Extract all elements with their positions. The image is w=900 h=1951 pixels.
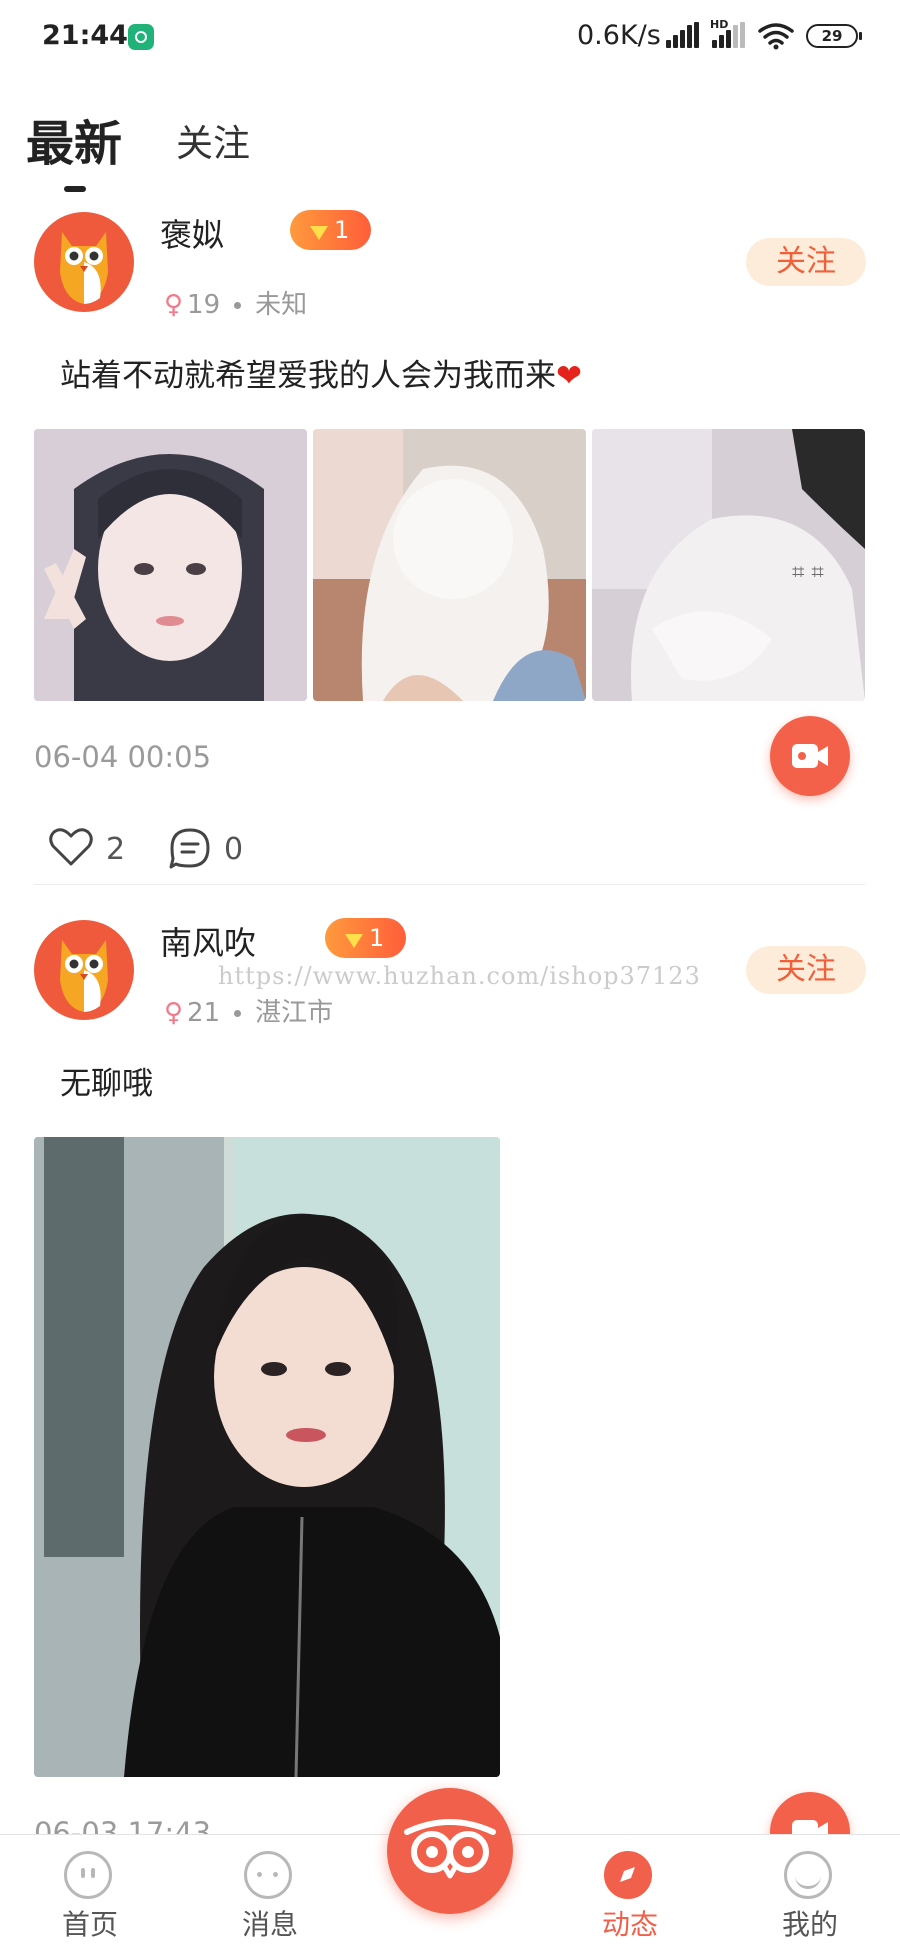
user-avatar[interactable] <box>34 920 134 1020</box>
nav-profile[interactable]: 我的 <box>750 1835 870 1951</box>
wifi-icon <box>758 23 794 50</box>
home-face-icon <box>64 1851 112 1899</box>
user-avatar[interactable] <box>34 212 134 312</box>
heart-outline-icon <box>49 828 93 866</box>
female-icon: ♀ <box>164 290 184 320</box>
status-time: 21:44 <box>42 20 128 51</box>
nav-messages[interactable]: 消息 <box>210 1835 330 1951</box>
video-camera-icon <box>792 744 828 768</box>
compass-icon <box>604 1851 652 1899</box>
comment-count: 0 <box>224 832 244 867</box>
heart-emoji: ❤ <box>556 358 582 394</box>
post-photo[interactable] <box>34 429 307 701</box>
tab-latest[interactable]: 最新 <box>26 104 122 174</box>
post-username[interactable]: 褒姒 <box>160 210 224 256</box>
status-bar: 21:44 0.6K/s HD 29 <box>0 0 900 70</box>
post-photo[interactable]: ⌗ ⌗ <box>592 429 865 701</box>
video-call-button[interactable] <box>770 716 850 796</box>
post-text-content: 站着不动就希望爱我的人会为我而来 <box>60 358 556 394</box>
battery-icon: 29 <box>806 24 862 48</box>
nav-home[interactable]: 首页 <box>30 1835 150 1951</box>
svg-text:⌗ ⌗: ⌗ ⌗ <box>792 560 824 585</box>
post-divider <box>34 884 865 885</box>
vip-level: 1 <box>369 924 385 952</box>
watermark-text: https://www.huzhan.com/ishop37123 <box>218 962 701 990</box>
profile-icon <box>784 1851 832 1899</box>
message-icon <box>244 1851 292 1899</box>
comment-button[interactable] <box>168 826 212 870</box>
diamond-icon <box>310 226 328 240</box>
network-speed: 0.6K/s <box>577 20 661 51</box>
nav-messages-label: 消息 <box>241 1908 298 1941</box>
separator-dot <box>234 1010 242 1017</box>
nav-moments[interactable]: 动态 <box>570 1835 690 1951</box>
tab-follow[interactable]: 关注 <box>176 113 250 167</box>
nav-profile-label: 我的 <box>781 1908 838 1941</box>
vip-badge: 1 <box>290 210 372 250</box>
diamond-icon <box>345 934 363 948</box>
nav-moments-label: 动态 <box>601 1908 658 1941</box>
user-age: 21 <box>187 998 221 1028</box>
post-username[interactable]: 南风吹 <box>160 918 256 964</box>
user-location: 未知 <box>255 290 308 320</box>
vip-level: 1 <box>334 216 350 244</box>
post-meta: ♀ 19 未知 <box>164 284 307 321</box>
follow-button[interactable]: 关注 <box>746 238 866 286</box>
like-count: 2 <box>106 832 126 867</box>
user-age: 19 <box>187 290 221 320</box>
female-icon: ♀ <box>164 998 184 1028</box>
comment-icon <box>169 828 210 869</box>
like-button[interactable] <box>48 826 96 870</box>
follow-button[interactable]: 关注 <box>746 946 866 994</box>
center-owl-button[interactable] <box>387 1788 513 1914</box>
post-text: 无聊哦 <box>60 1066 153 1102</box>
signal-icon <box>666 22 700 48</box>
separator-dot <box>234 302 242 309</box>
owl-avatar-icon <box>60 940 108 1012</box>
vip-badge: 1 <box>325 918 407 958</box>
owl-avatar-icon <box>60 232 108 304</box>
nav-home-label: 首页 <box>61 1908 118 1941</box>
user-location: 湛江市 <box>255 998 334 1028</box>
post-text: 站着不动就希望爱我的人会为我而来❤ <box>60 350 582 395</box>
post-photo[interactable] <box>34 1137 500 1777</box>
post-photo[interactable] <box>313 429 586 701</box>
post-meta: ♀ 21 湛江市 <box>164 992 333 1029</box>
tab-indicator <box>64 186 86 192</box>
post-timestamp: 06-04 00:05 <box>34 740 212 774</box>
owl-center-icon <box>404 1819 496 1879</box>
app-notification-icon <box>128 24 154 50</box>
signal-hd-icon <box>712 22 746 48</box>
